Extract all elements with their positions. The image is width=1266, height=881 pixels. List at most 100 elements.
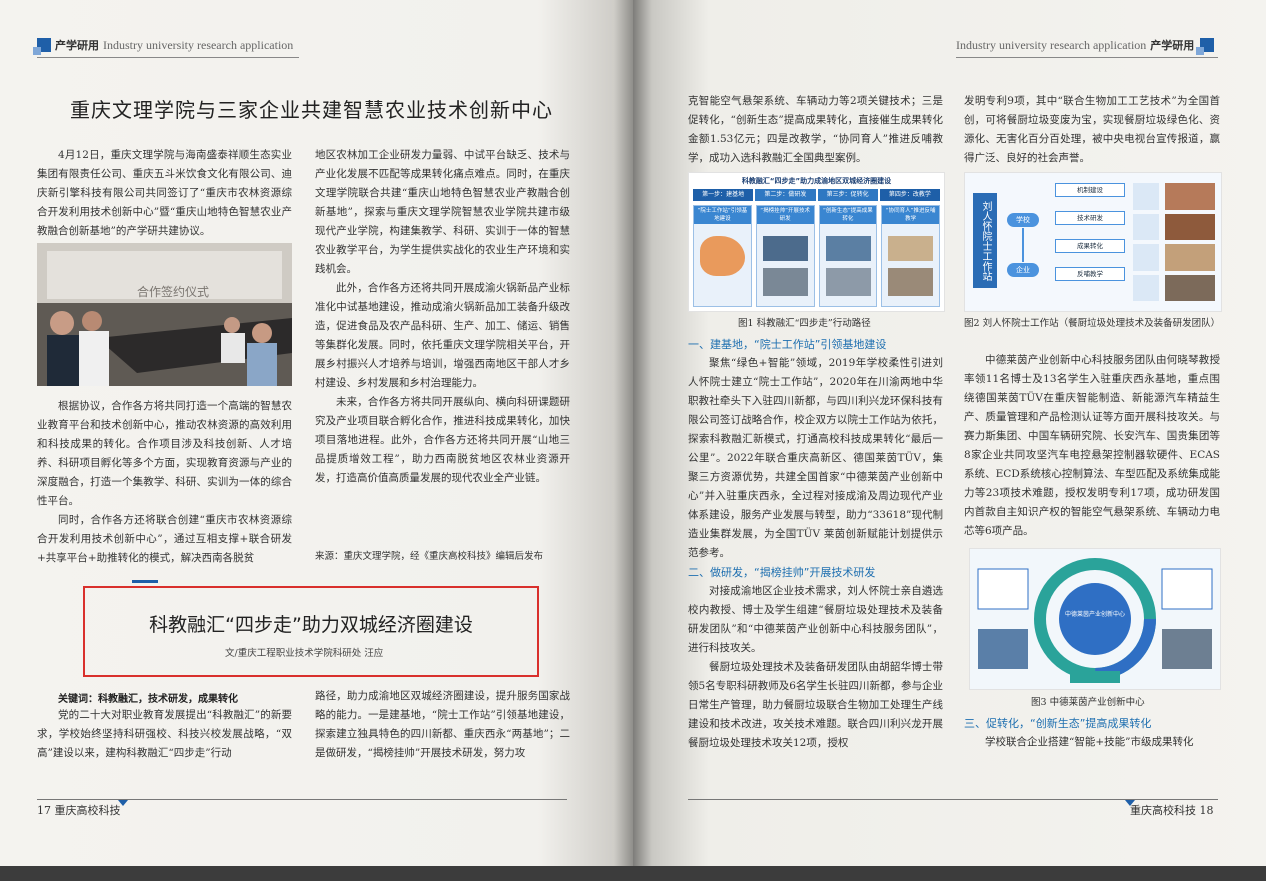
fig2-item: 成果转化 — [1055, 239, 1125, 253]
fig1-step: 第三步：促转化 — [817, 189, 878, 201]
header-rule — [37, 57, 299, 58]
magazine-spread: 产学研用 Industry university research applic… — [0, 0, 1266, 866]
article1-source: 来源：重庆文理学院，经《重庆高校科技》编辑后发布 — [315, 551, 544, 562]
article2-para: 克智能空气悬架系统、车辆动力等2项关键技术；三是促转化，“创新生态”提高成果转化… — [688, 95, 943, 164]
footer-page-number: 17 重庆高校科技 — [37, 804, 121, 817]
fig2-station-label: 刘人怀院士工作站 — [973, 193, 997, 288]
fig1-step: 第二步：做研发 — [755, 189, 816, 201]
viewer-bottom-bar — [0, 866, 1266, 881]
fig1-photo — [762, 236, 808, 261]
article2-para: 发明专利9项，其中“联合生物加工工艺技术”为全国首创，可将餐厨垃圾变废为宝，实现… — [964, 95, 1220, 164]
header-en: Industry university research application — [103, 37, 294, 52]
article1-para: 同时，合作各方还将联合创建“重庆市农林资源综合开发利用技术创新中心”，通过互相支… — [37, 514, 292, 564]
left-page: 产学研用 Industry university research applic… — [0, 0, 633, 866]
article1-para: 此外，合作各方还将共同开展成渝火锅新品产业标准化中试基地建设，推动成渝火锅新品加… — [315, 282, 570, 389]
article1-col2: 地区农林加工企业研发力量弱、中试平台缺乏、技术与产业化发展不匹配等成果转化痛点难… — [315, 146, 570, 488]
article1-para: 未来，合作各方将共同开展纵向、横向科研课题研究及产业项目联合孵化合作，推进科技成… — [315, 396, 570, 484]
article2-rcol2-top: 发明专利9项，其中“联合生物加工工艺技术”为全国首创，可将餐厨垃圾变废为宝，实现… — [964, 92, 1220, 168]
fig1-card: “创新生态”提高成果转化 — [818, 205, 878, 307]
section-heading: 一、建基地，“院士工作站”引领基地建设 — [688, 338, 887, 351]
article2-keywords: 关键词：科教融汇，技术研发，成果转化 — [58, 694, 238, 705]
article2-para: 中德莱茵产业创新中心科技服务团队由何晓琴教授率领11名博士及13名学生入驻重庆西… — [964, 354, 1220, 537]
fig1-map-shape — [700, 236, 745, 276]
fig1-card-label: “协同育人”推进反哺教学 — [882, 206, 939, 224]
fig2-photo — [1165, 183, 1215, 210]
article1-para: 地区农林加工企业研发力量弱、中试平台缺乏、技术与产业化发展不匹配等成果转化痛点难… — [315, 149, 570, 275]
section-heading: 二、做研发，“揭榜挂帅”开展技术研发 — [688, 566, 876, 579]
article2-para: 学校联合企业搭建“智能+技能”市级成果转化 — [985, 736, 1194, 748]
article1-col1-bottom: 根据协议，合作各方将共同打造一个高端的智慧农业教育平台和技术创新中心，推动农林资… — [37, 397, 292, 568]
header-cn: 产学研用 — [1150, 39, 1195, 52]
fig1-card-label: “揭榜挂帅”开展技术研发 — [756, 206, 814, 224]
fig2-photos — [1165, 183, 1215, 301]
article2-rcol2-bottom: 三、促转化，“创新生态”提高成果转化 学校联合企业搭建“智能+技能”市级成果转化 — [964, 714, 1220, 752]
section-heading: 三、促转化，“创新生态”提高成果转化 — [964, 717, 1152, 730]
fig1-card: “协同育人”推进反哺教学 — [881, 205, 940, 307]
figure3: 中德莱茵产业创新中心 — [969, 548, 1221, 690]
header-square-icon — [33, 38, 51, 55]
fig2-text-block — [1133, 213, 1159, 240]
article2-rcol1: 一、建基地，“院士工作站”引领基地建设 聚焦“绿色+智能”领域，2019年学校柔… — [688, 335, 943, 753]
fig2-photo — [1165, 244, 1215, 271]
article2-col1: 党的二十大对职业教育发展提出“科教融汇”的新要求，学校始终坚持科研强校、科技兴校… — [37, 706, 292, 763]
fig1-step: 第四步：改教学 — [879, 189, 940, 201]
fig1-card: “院士工作站”引领基地建设 — [693, 205, 752, 307]
page-header-right: Industry university research application… — [956, 37, 1215, 55]
fig2-text-block — [1133, 274, 1159, 301]
footer-rule — [37, 799, 567, 800]
article1-title: 重庆文理学院与三家企业共建智慧农业技术创新中心 — [70, 98, 553, 122]
fig1-card: “揭榜挂帅”开展技术研发 — [755, 205, 815, 307]
article2-col2: 路径，助力成渝地区双城经济圈建设，提升服务国家战略的能力。一是建基地，“院士工作… — [315, 687, 570, 763]
fig1-photo — [762, 268, 808, 296]
fig3-caption: 图3 中德莱茵产业创新中心 — [1031, 697, 1145, 708]
header-en: Industry university research application — [956, 37, 1147, 52]
header-cn: 产学研用 — [55, 39, 99, 52]
fig1-card-label: “院士工作站”引领基地建设 — [694, 206, 751, 224]
fig1-photo — [888, 236, 934, 261]
fig3-diagram — [977, 558, 1213, 683]
fig2-item: 技术研发 — [1055, 211, 1125, 225]
fig1-card-label: “创新生态”提高成果转化 — [819, 206, 877, 224]
fig2-item: 机制建设 — [1055, 183, 1125, 197]
article2-para: 餐厨垃圾处理技术及装备研发团队由胡韶华博士带领5名专职科研教师及6名学生长驻四川… — [688, 661, 943, 749]
fig2-text-blocks — [1133, 183, 1159, 301]
fig1-photo — [825, 268, 871, 296]
footer-page-number: 重庆高校科技 18 — [1130, 804, 1214, 817]
figure1: 科教融汇“四步走”助力成渝地区双城经济圈建设 第一步：建基地 第二步：做研发 第… — [688, 172, 945, 312]
fig2-photo — [1165, 213, 1215, 240]
header-rule — [956, 57, 1218, 58]
fig1-caption: 图1 科教融汇“四步走”行动路径 — [738, 318, 871, 329]
article2-byline: 文/重庆工程职业技术学院科研处 汪应 — [225, 648, 384, 659]
article1-para: 根据协议，合作各方将共同打造一个高端的智慧农业教育平台和技术创新中心，推动农林资… — [37, 400, 292, 507]
fig2-photo — [1165, 274, 1215, 301]
article2-para: 党的二十大对职业教育发展提出“科教融汇”的新要求，学校始终坚持科研强校、科技兴校… — [37, 709, 292, 759]
highlight-box: 科教融汇“四步走”助力双城经济圈建设 文/重庆工程职业技术学院科研处 汪应 — [83, 586, 539, 677]
photo-illustration — [37, 243, 292, 386]
article1-para: 4月12日，重庆文理学院与海南盛泰祥顺生态实业集团有限责任公司、重庆五斗米饮食文… — [37, 149, 292, 237]
fig2-text-block — [1133, 183, 1159, 210]
fig2-connector — [1022, 228, 1024, 262]
footer-rule — [688, 799, 1218, 800]
fig1-photo — [888, 268, 934, 296]
fig1-title: 科教融汇“四步走”助力成渝地区双城经济圈建设 — [741, 177, 892, 185]
fig2-node: 企业 — [1007, 263, 1039, 277]
divider-accent — [132, 580, 158, 583]
figure2: 刘人怀院士工作站 学校 企业 机制建设 技术研发 成果转化 反哺教学 — [964, 172, 1222, 312]
article2-title: 科教融汇“四步走”助力双城经济圈建设 — [149, 614, 473, 636]
fig2-items: 机制建设 技术研发 成果转化 反哺教学 — [1055, 183, 1125, 281]
page-header-left: 产学研用 Industry university research applic… — [33, 37, 294, 55]
header-square-icon — [1196, 38, 1215, 55]
article2-para: 路径，助力成渝地区双城经济圈建设，提升服务国家战略的能力。一是建基地，“院士工作… — [315, 690, 570, 759]
fig1-cards: “院士工作站”引领基地建设 “揭榜挂帅”开展技术研发 “创新生态”提高成果转化 … — [693, 205, 940, 307]
photo-banner-text: 合作签约仪式 — [137, 285, 210, 299]
fig1-step: 第一步：建基地 — [693, 189, 754, 201]
article2-para: 对接成渝地区企业技术需求，刘人怀院士亲自遴选校内教授、博士及学生组建“餐厨垃圾处… — [688, 585, 943, 654]
fig1-steps: 第一步：建基地 第二步：做研发 第三步：促转化 第四步：改教学 — [693, 189, 940, 201]
article1-col1-top: 4月12日，重庆文理学院与海南盛泰祥顺生态实业集团有限责任公司、重庆五斗米饮食文… — [37, 146, 292, 241]
right-page: Industry university research application… — [633, 0, 1266, 866]
fig1-photo — [825, 236, 871, 261]
article2-rcol1-top: 克智能空气悬架系统、车辆动力等2项关键技术；三是促转化，“创新生态”提高成果转化… — [688, 92, 943, 168]
signing-photo: 合作签约仪式 — [37, 243, 292, 386]
article2-para: 聚焦“绿色+智能”领域，2019年学校柔性引进刘人怀院士建立“院士工作站”，20… — [688, 357, 943, 559]
fig2-text-block — [1133, 244, 1159, 271]
